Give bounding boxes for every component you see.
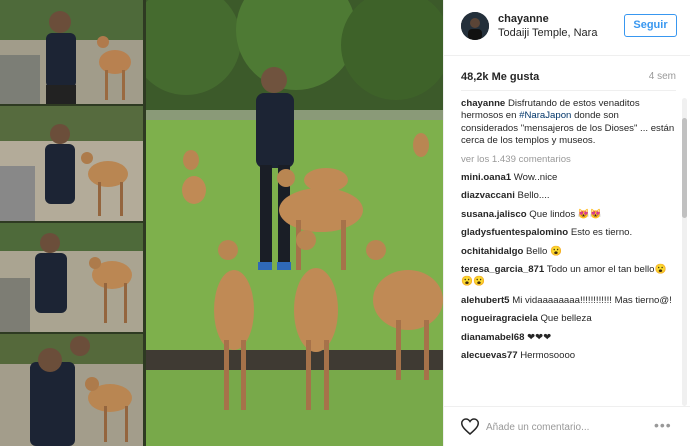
post-header: chayanne Todaiji Temple, Nara Seguir: [444, 0, 690, 56]
comments-list: chayanne Disfrutando de estos venaditos …: [461, 98, 678, 406]
collage-thumb-2: [0, 106, 143, 221]
comment-item: mini.oana1 Wow..nice: [461, 172, 678, 184]
more-options-icon[interactable]: •••: [654, 418, 676, 434]
comment-bar: •••: [444, 406, 690, 446]
scrollbar-thumb[interactable]: [682, 118, 687, 218]
post-photo[interactable]: [0, 0, 443, 446]
comment-text: Esto es tierno.: [570, 227, 633, 239]
comment-item: alehubert5 Mi vidaaaaaaaa!!!!!!!!!!!! Ma…: [461, 295, 678, 307]
collage-thumb-1: [0, 0, 143, 104]
comment-username[interactable]: nogueiragraciela: [461, 313, 538, 324]
comment-text: Bello 😮: [526, 245, 562, 257]
comment-text: Que lindos 😻😻: [529, 208, 602, 220]
comment-item: susana.jalisco Que lindos 😻😻: [461, 209, 678, 221]
comment-input[interactable]: [486, 417, 646, 437]
comment-text: Wow..nice: [513, 172, 558, 184]
comment-username[interactable]: teresa_garcia_871: [461, 264, 544, 275]
comment-username[interactable]: diazvaccani: [461, 190, 515, 201]
post-caption: chayanne Disfrutando de estos venaditos …: [461, 98, 678, 148]
comment-username[interactable]: ochitahidalgo: [461, 246, 523, 257]
comment-username[interactable]: dianamabel68: [461, 332, 524, 343]
collage-thumb-4: [0, 334, 143, 446]
caption-hashtag[interactable]: #NaraJapon: [519, 110, 571, 121]
comments-scrollbar[interactable]: [682, 98, 687, 406]
view-all-comments-link[interactable]: ver los 1.439 comentarios: [461, 154, 678, 166]
comment-text: ❤❤❤: [527, 331, 552, 343]
collage-thumb-3: [0, 223, 143, 332]
follow-button[interactable]: Seguir: [624, 14, 677, 37]
comment-item: ochitahidalgo Bello 😮: [461, 246, 678, 258]
comment-text: Bello....: [517, 190, 550, 202]
post-stats: 48,2k Me gusta 4 sem: [461, 71, 676, 85]
comment-item: teresa_garcia_871 Todo un amor el tan be…: [461, 264, 678, 289]
divider: [461, 90, 676, 91]
comment-username[interactable]: alehubert5: [461, 295, 510, 306]
comment-username[interactable]: mini.oana1: [461, 172, 511, 183]
avatar[interactable]: [461, 12, 489, 40]
comment-item: diazvaccani Bello....: [461, 190, 678, 202]
comment-username[interactable]: alecuevas77: [461, 350, 518, 361]
comment-item: dianamabel68 ❤❤❤: [461, 332, 678, 344]
location-link[interactable]: Todaiji Temple, Nara: [498, 27, 597, 39]
comment-text: Que belleza: [540, 313, 592, 325]
comment-item: gladysfuentespalomino Esto es tierno.: [461, 227, 678, 239]
main-photo: [146, 0, 443, 446]
likes-count[interactable]: 48,2k Me gusta: [461, 71, 539, 83]
comment-text: Mi vidaaaaaaaa!!!!!!!!!!!! Mas tierno@!: [512, 294, 672, 306]
comment-username[interactable]: susana.jalisco: [461, 209, 527, 220]
comment-username[interactable]: gladysfuentespalomino: [461, 227, 568, 238]
heart-icon[interactable]: [460, 418, 480, 435]
username-link[interactable]: chayanne: [498, 13, 549, 25]
comment-item: nogueiragraciela Que belleza: [461, 313, 678, 325]
post-sidebar: chayanne Todaiji Temple, Nara Seguir 48,…: [443, 0, 690, 446]
comment-text: Hermosoooo: [520, 350, 576, 362]
caption-username[interactable]: chayanne: [461, 98, 505, 109]
timestamp[interactable]: 4 sem: [649, 71, 676, 82]
comment-item: alecuevas77 Hermosoooo: [461, 350, 678, 362]
